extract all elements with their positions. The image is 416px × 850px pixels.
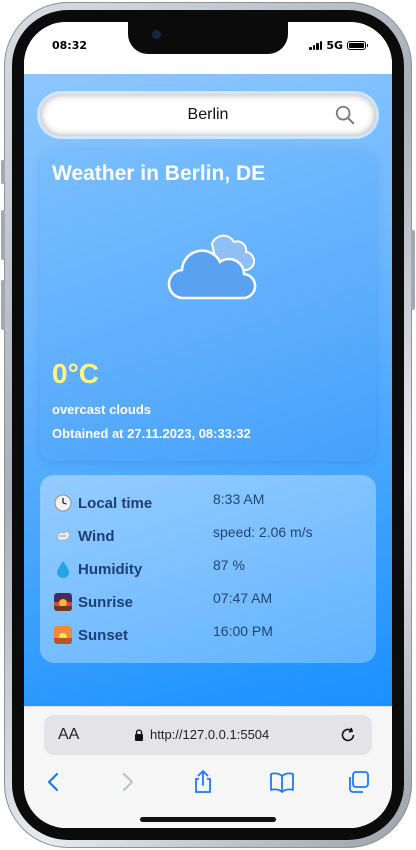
weather-card: Weather in Berlin, DE 0°C overcast cloud…: [40, 150, 376, 461]
detail-row-wind: Wind speed: 2.06 m/s: [54, 524, 364, 548]
volume-down-button: [1, 280, 5, 330]
detail-row-local-time: Local time 8:33 AM: [54, 491, 364, 515]
detail-value: 8:33 AM: [213, 491, 265, 507]
text-size-label: AA: [58, 726, 80, 743]
home-indicator[interactable]: [140, 817, 276, 822]
detail-value: speed: 2.06 m/s: [213, 524, 313, 540]
status-time: 08:32: [52, 39, 88, 52]
sunset-icon: [54, 626, 72, 644]
text-size-button[interactable]: AA: [58, 726, 79, 744]
share-icon[interactable]: [190, 769, 216, 795]
sunrise-icon: [54, 593, 72, 611]
notch: [128, 22, 288, 54]
search-icon[interactable]: [334, 104, 356, 126]
detail-label: Local time: [78, 495, 153, 512]
search-input[interactable]: [40, 94, 376, 136]
browser-chrome: AA http://127.0.0.1:5504: [24, 706, 392, 828]
weather-description: overcast clouds: [52, 402, 151, 417]
url-display[interactable]: http://127.0.0.1:5504: [134, 727, 269, 742]
network-label: 5G: [326, 39, 343, 52]
battery-icon: [347, 41, 368, 50]
detail-label: Humidity: [78, 561, 143, 578]
volume-up-button: [1, 210, 5, 260]
address-bar[interactable]: AA http://127.0.0.1:5504: [44, 715, 372, 755]
lock-icon: [135, 728, 143, 741]
detail-value: 07:47 AM: [213, 590, 273, 606]
detail-row-humidity: Humidity 87 %: [54, 557, 364, 581]
detail-label: Wind: [78, 528, 115, 545]
droplet-icon: [57, 561, 69, 578]
url-text: http://127.0.0.1:5504: [150, 727, 270, 742]
camera-icon: [152, 30, 161, 39]
clock-icon: [54, 494, 72, 512]
screen: 08:32 5G Weather in Berlin, DE 0°C: [24, 22, 392, 828]
detail-value: 16:00 PM: [213, 623, 273, 639]
detail-value: 87 %: [213, 557, 245, 573]
search-bar: [40, 94, 376, 136]
obtained-timestamp: Obtained at 27.11.2023, 08:33:32: [52, 426, 251, 441]
weather-page: Weather in Berlin, DE 0°C overcast cloud…: [24, 74, 392, 706]
temperature: 0°C: [52, 358, 99, 389]
status-indicators: 5G: [309, 39, 368, 52]
wind-icon: [56, 530, 71, 541]
back-icon[interactable]: [41, 769, 67, 795]
detail-label: Sunrise: [78, 594, 134, 611]
weather-title: Weather in Berlin, DE: [52, 162, 266, 185]
details-card: Local time 8:33 AM Wind speed: 2.06 m/s …: [40, 475, 376, 663]
power-button: [411, 230, 415, 310]
browser-toolbar: [24, 769, 392, 799]
reload-icon[interactable]: [338, 725, 358, 745]
forward-icon[interactable]: [114, 769, 140, 795]
bookmarks-icon[interactable]: [269, 769, 295, 795]
cloud-icon: [167, 234, 257, 300]
detail-row-sunrise: Sunrise 07:47 AM: [54, 590, 364, 614]
signal-icon: [309, 41, 323, 50]
detail-row-sunset: Sunset 16:00 PM: [54, 623, 364, 647]
tabs-icon[interactable]: [346, 769, 372, 795]
detail-label: Sunset: [78, 627, 129, 644]
mute-switch: [1, 160, 5, 184]
